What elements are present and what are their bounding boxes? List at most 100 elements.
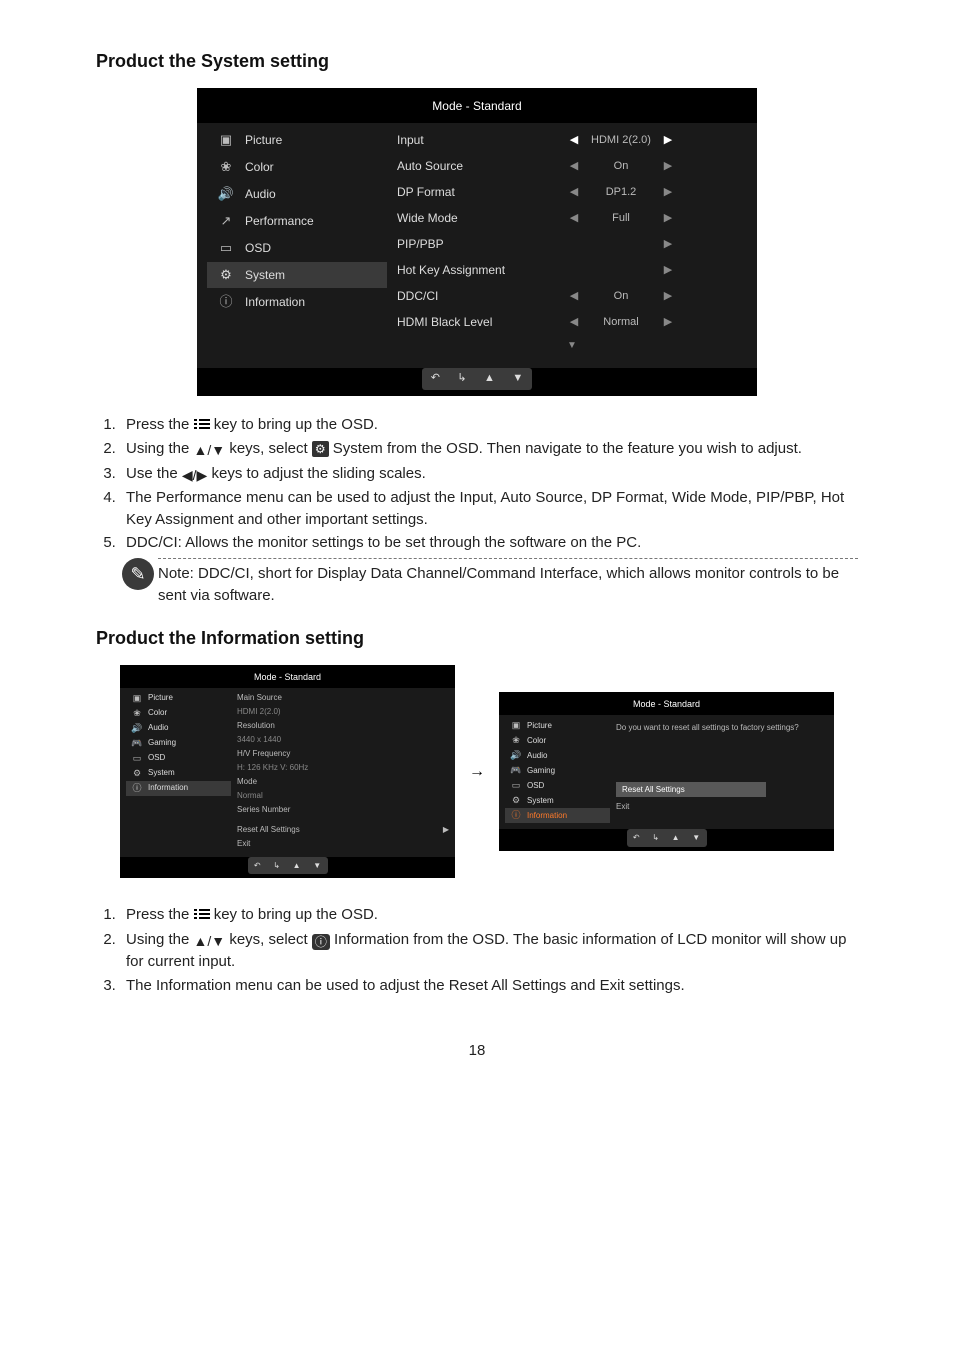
page-number: 18: [96, 1040, 858, 1062]
menu-label: Color: [527, 735, 546, 747]
osd-footer-nav: ↶ ↳ ▲ ▼: [197, 368, 757, 396]
menu-item-color: ❀Color: [207, 154, 387, 180]
row-autosource: Auto Source◀On▶: [397, 153, 747, 179]
menu-label: Audio: [148, 722, 168, 734]
back-icon: ↶: [633, 832, 640, 844]
osd-system-screenshot: Mode - Standard ▣Picture ❀Color 🔊 Audio ↗…: [197, 88, 757, 396]
updown-keys-icon: ▲/▼: [194, 440, 226, 460]
gaming-icon: 🎮: [509, 764, 523, 777]
note-text: Note: DDC/CI, short for Display Data Cha…: [158, 563, 858, 607]
info-resolution-val: 3440 x 1440: [237, 733, 449, 747]
osd-icon: ▭: [509, 779, 523, 792]
up-icon: ▲: [484, 371, 495, 387]
enter-icon: ↳: [457, 371, 466, 387]
note-icon: ✎: [122, 558, 154, 590]
menu-item-gaming: 🎮Gaming: [126, 736, 231, 751]
osd-icon: ▭: [215, 239, 237, 258]
gear-icon: ⚙: [509, 794, 523, 807]
info-serial: Series Number: [237, 803, 449, 817]
arrow-right-icon: ▶: [661, 133, 675, 149]
row-ddcci: DDC/CI◀On▶: [397, 283, 747, 309]
back-icon: ↶: [431, 371, 440, 387]
menu-label: OSD: [245, 240, 271, 257]
leftright-keys-icon: ◀/▶: [182, 465, 207, 485]
instruction-item: The Performance menu can be used to adju…: [120, 487, 858, 531]
menu-item-system: ⚙ System: [505, 793, 610, 808]
audio-icon: 🔊: [509, 749, 523, 762]
audio-icon: 🔊: [215, 185, 237, 204]
menu-item-audio: 🔊Audio: [126, 721, 231, 736]
info-icon: ⓘ: [215, 293, 237, 312]
osd-info-left: Mode - Standard ▣Picture ❀Color 🔊Audio 🎮…: [120, 665, 455, 879]
menu-item-picture: ▣Picture: [126, 691, 231, 706]
instruction-item: Use the ◀/▶ keys to adjust the sliding s…: [120, 463, 858, 485]
info-main-source: Main Source: [237, 691, 449, 705]
arrow-right-icon: ▶: [443, 824, 449, 836]
osd-mode-title: Mode - Standard: [120, 665, 455, 688]
arrow-right-icon: ▶: [661, 211, 675, 227]
arrow-left-icon: ◀: [567, 289, 581, 305]
menu-label: System: [527, 795, 554, 807]
menu-item-osd: ▭ OSD: [207, 235, 387, 261]
menu-item-color: ❀Color: [126, 706, 231, 721]
system-instruction-list: Press the key to bring up the OSD. Using…: [116, 414, 858, 554]
menu-item-information: ⓘ Information: [207, 289, 387, 315]
menu-item-color: ❀Color: [505, 733, 610, 748]
arrow-right-icon: ▶: [661, 185, 675, 201]
menu-label: Information: [245, 294, 305, 311]
row-input: Input◀HDMI 2(2.0)▶: [397, 127, 747, 153]
arrow-left-icon: ◀: [567, 315, 581, 331]
menu-label: Audio: [245, 186, 276, 203]
menu-label: OSD: [148, 752, 165, 764]
osd-menu-list: ▣Picture ❀Color 🔊Audio 🎮Gaming ▭OSD ⚙Sys…: [505, 718, 610, 823]
info-screenshot-pair: Mode - Standard ▣Picture ❀Color 🔊Audio 🎮…: [96, 665, 858, 879]
arrow-right-icon: ▶: [661, 159, 675, 175]
transition-arrow-icon: →: [469, 760, 485, 783]
menu-key-icon: [194, 416, 210, 436]
color-icon: ❀: [215, 158, 237, 177]
section-heading-information: Product the Information setting: [96, 625, 858, 651]
osd-mode-title: Mode - Standard: [197, 88, 757, 123]
info-icon: ⓘ: [509, 809, 523, 822]
menu-label: Picture: [527, 720, 552, 732]
osd-settings-pane: Input◀HDMI 2(2.0)▶ Auto Source◀On▶ DP Fo…: [387, 127, 747, 358]
arrow-right-icon: ▶: [661, 289, 675, 305]
enter-icon: ↳: [652, 832, 659, 844]
note-block: ✎ Note: DDC/CI, short for Display Data C…: [122, 558, 858, 607]
menu-item-audio: 🔊Audio: [505, 748, 610, 763]
up-icon: ▲: [672, 832, 680, 844]
menu-label: Information: [148, 782, 188, 794]
reset-highlight-row: Reset All Settings: [616, 782, 766, 798]
osd-menu-list: ▣Picture ❀Color 🔊 Audio ↗Performance ▭ OSD…: [207, 127, 387, 358]
down-icon: ▼: [512, 371, 523, 387]
info-hv-val: H: 126 KHz V: 60Hz: [237, 761, 449, 775]
menu-item-system: ⚙System: [207, 262, 387, 288]
osd-info-pane: Do you want to reset all settings to fac…: [610, 718, 828, 823]
menu-item-system: ⚙System: [126, 766, 231, 781]
menu-item-performance: ↗Performance: [207, 208, 387, 234]
info-instruction-list: Press the key to bring up the OSD. Using…: [116, 904, 858, 996]
menu-item-information: ⓘInformation: [126, 781, 231, 796]
section-heading-system: Product the System setting: [96, 48, 858, 74]
menu-label: Gaming: [148, 737, 176, 749]
menu-label: Picture: [148, 692, 173, 704]
gear-icon: ⚙: [130, 767, 144, 780]
instruction-item: Press the key to bring up the OSD.: [120, 414, 858, 436]
menu-item-picture: ▣Picture: [207, 127, 387, 153]
menu-label: OSD: [527, 780, 544, 792]
info-resolution: Resolution: [237, 719, 449, 733]
scroll-down-icon: ▼: [397, 335, 747, 358]
info-mode-val: Normal: [237, 789, 449, 803]
menu-item-picture: ▣Picture: [505, 718, 610, 733]
menu-item-osd: ▭ OSD: [505, 778, 610, 793]
row-pippbp: PIP/PBP▶: [397, 231, 747, 257]
updown-keys-icon: ▲/▼: [194, 931, 226, 951]
instruction-item: Using the ▲/▼ keys, select ⚙ System from…: [120, 438, 858, 460]
performance-icon: ↗: [215, 212, 237, 231]
arrow-left-icon: ◀: [567, 185, 581, 201]
menu-label: Color: [148, 707, 167, 719]
info-mode: Mode: [237, 775, 449, 789]
down-icon: ▼: [692, 832, 700, 844]
arrow-left-icon: ◀: [567, 211, 581, 227]
row-widemode: Wide Mode◀Full▶: [397, 205, 747, 231]
